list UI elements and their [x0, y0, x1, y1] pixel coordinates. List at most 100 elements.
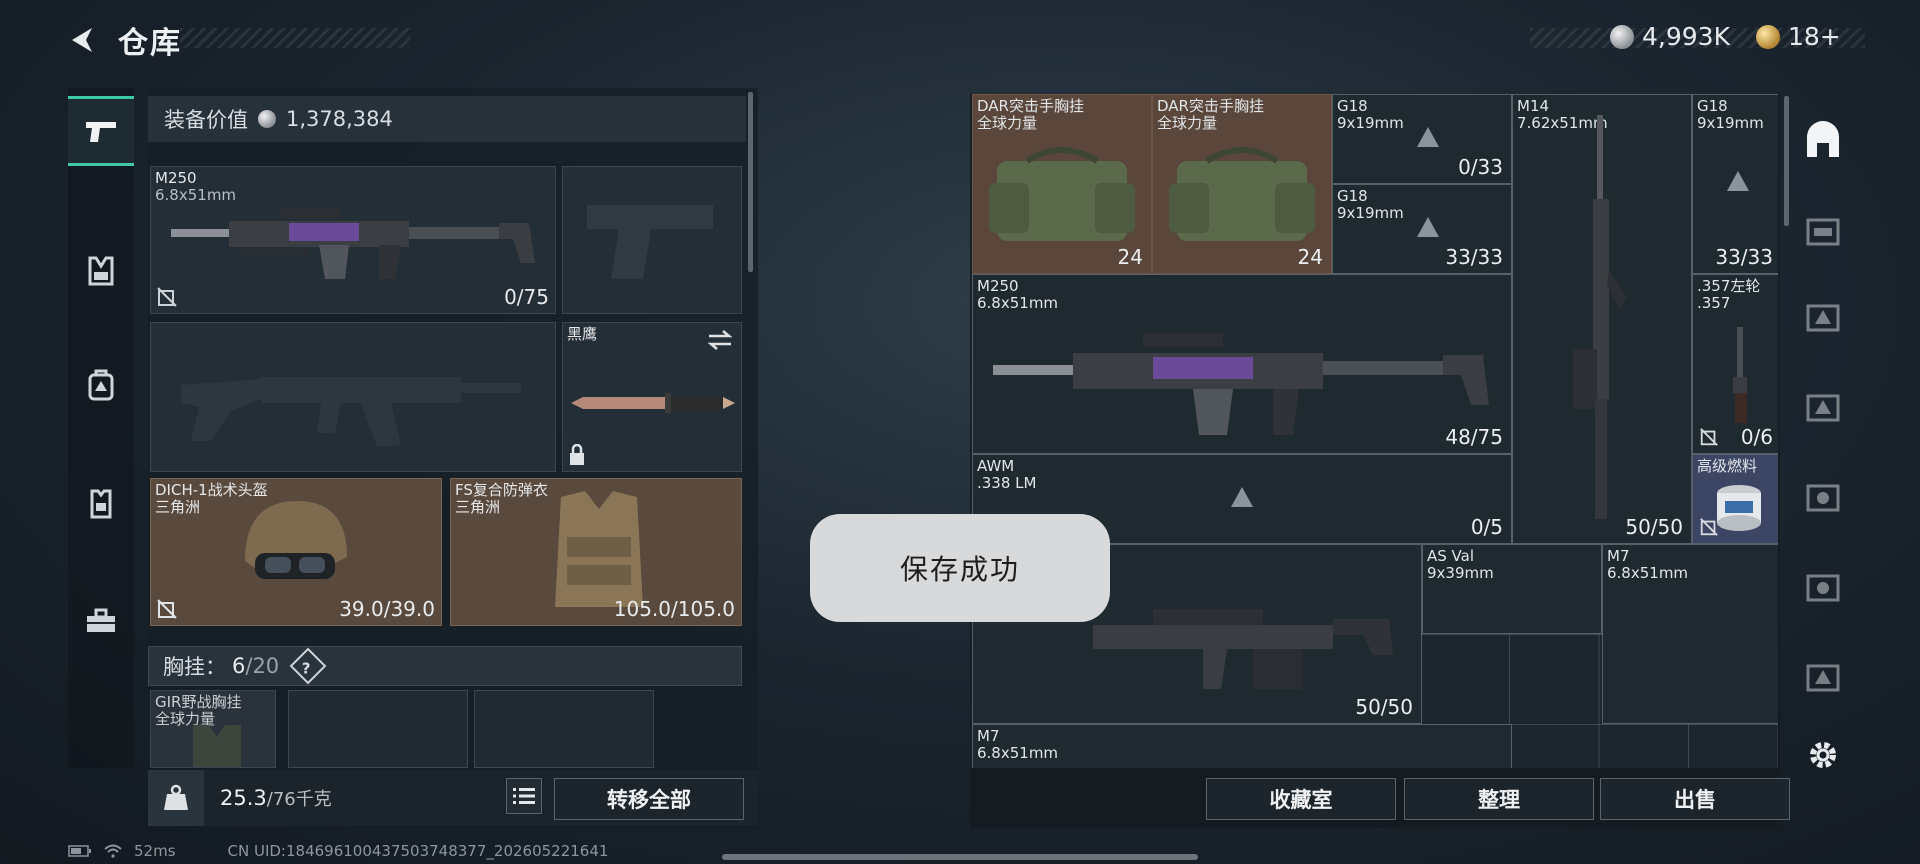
m14-rifle-image: [1573, 115, 1627, 519]
knife-image: [571, 393, 735, 413]
equipment-value-label: 装备价值: [164, 108, 248, 132]
rifle-placeholder-icon: [181, 377, 521, 447]
item-subtitle: .338 LM: [977, 474, 1037, 492]
item-name: M7: [1607, 547, 1630, 565]
category-weapons[interactable]: [68, 96, 134, 166]
chest-rig-empty-slot[interactable]: [474, 690, 654, 768]
category-armor[interactable]: [68, 468, 134, 538]
category-chest-rig[interactable]: [68, 236, 134, 306]
settings-button[interactable]: [1800, 732, 1846, 778]
melee-slot[interactable]: 黑鹰: [562, 322, 742, 472]
toast-message: 保存成功: [810, 514, 1110, 622]
equipment-value: 装备价值 1,378,384: [148, 96, 746, 142]
stash-item[interactable]: G18 9x19mm 33/33: [1332, 184, 1512, 274]
stash-item[interactable]: .357左轮 .357 0/6: [1692, 274, 1778, 454]
stash-tab-1[interactable]: [1800, 208, 1846, 254]
transfer-all-button[interactable]: 转移全部: [554, 778, 744, 820]
item-name: 高级燃料: [1697, 457, 1758, 475]
chest-rig-capacity-bar: 胸挂： 6 /20 ?: [148, 646, 742, 686]
machine-gun-image: [1093, 609, 1393, 689]
primary-weapon-slot[interactable]: M250 6.8x51mm 0/75: [150, 166, 556, 314]
stash-tab-5[interactable]: [1800, 564, 1846, 610]
armor-subtitle: 三角洲: [455, 498, 501, 516]
revolver-image: [1733, 327, 1747, 423]
item-name: G18: [1697, 97, 1728, 115]
rifle-slot[interactable]: [150, 322, 556, 472]
gear-icon: [1810, 742, 1836, 768]
item-subtitle: 全球力量: [977, 114, 1038, 132]
delta-logo-icon: [1417, 217, 1439, 237]
stash-item[interactable]: M7 6.8x51mm: [1602, 544, 1778, 724]
silver-coin-icon: [1610, 24, 1634, 49]
storage-tier-icon: [1806, 574, 1840, 602]
stash-tab-2[interactable]: [1800, 294, 1846, 340]
delta-logo-icon: [1417, 127, 1439, 147]
chest-rig-bag-image: [1169, 147, 1315, 241]
pistol-icon: [86, 122, 116, 142]
stash-tab-3[interactable]: [1800, 384, 1846, 430]
item-subtitle: .357: [1697, 294, 1731, 312]
gold-amount: 18+: [1788, 22, 1841, 51]
body-armor-slot[interactable]: FS复合防弹衣 三角洲 105.0/105.0: [450, 478, 742, 626]
item-name: G18: [1337, 97, 1368, 115]
chest-rig-total: /20: [245, 654, 280, 678]
stash-item[interactable]: 高级燃料: [1692, 454, 1778, 544]
secondary-weapon-slot[interactable]: [562, 166, 742, 314]
stash-tab-all[interactable]: [1800, 118, 1846, 164]
weight-max: /76千克: [266, 789, 332, 810]
stash-item[interactable]: DAR突击手胸挂 全球力量 24: [972, 94, 1152, 274]
sell-button[interactable]: 出售: [1600, 778, 1790, 820]
silver-currency[interactable]: 4,993K: [1610, 22, 1730, 51]
stash-item[interactable]: G18 9x19mm 0/33: [1332, 94, 1512, 184]
collection-room-button[interactable]: 收藏室: [1206, 778, 1396, 820]
chest-rig-empty-slot[interactable]: [288, 690, 468, 768]
helmet-slot[interactable]: DICH-1战术头盔 三角洲 39.0/39.0: [150, 478, 442, 626]
item-name: G18: [1337, 187, 1368, 205]
item-subtitle: 9x19mm: [1697, 114, 1764, 132]
category-tools[interactable]: [68, 586, 134, 656]
item-name: DAR突击手胸挂: [977, 97, 1084, 115]
storage-tier-icon: [1806, 394, 1840, 422]
list-view-button[interactable]: [506, 778, 542, 814]
status-bar: 52ms CN UID:1846961004375037483​77_20260…: [68, 842, 608, 860]
help-icon[interactable]: ?: [289, 647, 327, 685]
chest-rig-item-name: GIR野战胸挂: [155, 693, 242, 711]
equipment-value-amount: 1,378,384: [286, 107, 393, 131]
item-name: AS Val: [1427, 547, 1475, 565]
category-backpack[interactable]: [68, 350, 134, 420]
stash-item[interactable]: G18 9x19mm 33/33: [1692, 94, 1778, 274]
item-subtitle: 9x19mm: [1337, 204, 1404, 222]
chest-rig-used: 6: [232, 654, 246, 678]
item-subtitle: 9x39mm: [1427, 564, 1494, 582]
item-name: DAR突击手胸挂: [1157, 97, 1264, 115]
stash-tab-6[interactable]: [1800, 654, 1846, 700]
insurance-off-icon: [157, 599, 177, 619]
gold-currency[interactable]: 18+: [1756, 22, 1841, 51]
chest-rig-label: 胸挂：: [163, 655, 226, 679]
item-name: AWM: [977, 457, 1015, 475]
loadout-scrollbar[interactable]: [748, 92, 753, 272]
swap-icon[interactable]: [707, 329, 733, 351]
stash-item[interactable]: M14 7.62x51mm 50/50: [1512, 94, 1692, 544]
primary-weapon-name: M250: [155, 169, 197, 187]
stash-tab-4[interactable]: [1800, 474, 1846, 520]
toolbox-icon: [87, 608, 115, 632]
item-name: .357左轮: [1697, 277, 1761, 295]
stash-item[interactable]: AS Val 9x39mm: [1422, 544, 1602, 634]
stash-item[interactable]: DAR突击手胸挂 全球力量 24: [1152, 94, 1332, 274]
stash-scrollbar[interactable]: [1784, 96, 1789, 226]
item-name: M250: [977, 277, 1019, 295]
silver-amount: 4,993K: [1642, 22, 1730, 51]
item-count: 24: [1117, 245, 1143, 269]
warehouse-icon: [1807, 121, 1839, 157]
home-indicator[interactable]: [722, 854, 1198, 860]
sort-button[interactable]: 整理: [1404, 778, 1594, 820]
ping-text: 52ms: [134, 842, 176, 860]
item-subtitle: 9x19mm: [1337, 114, 1404, 132]
melee-name: 黑鹰: [567, 325, 598, 343]
stash-item[interactable]: M250 6.8x51mm 48/75: [972, 274, 1512, 454]
stash-item[interactable]: M7 6.8x51mm: [972, 724, 1512, 768]
insurance-off-icon: [1700, 428, 1718, 446]
back-button[interactable]: [62, 20, 102, 60]
chest-rig-item[interactable]: GIR野战胸挂 全球力量: [150, 690, 276, 768]
